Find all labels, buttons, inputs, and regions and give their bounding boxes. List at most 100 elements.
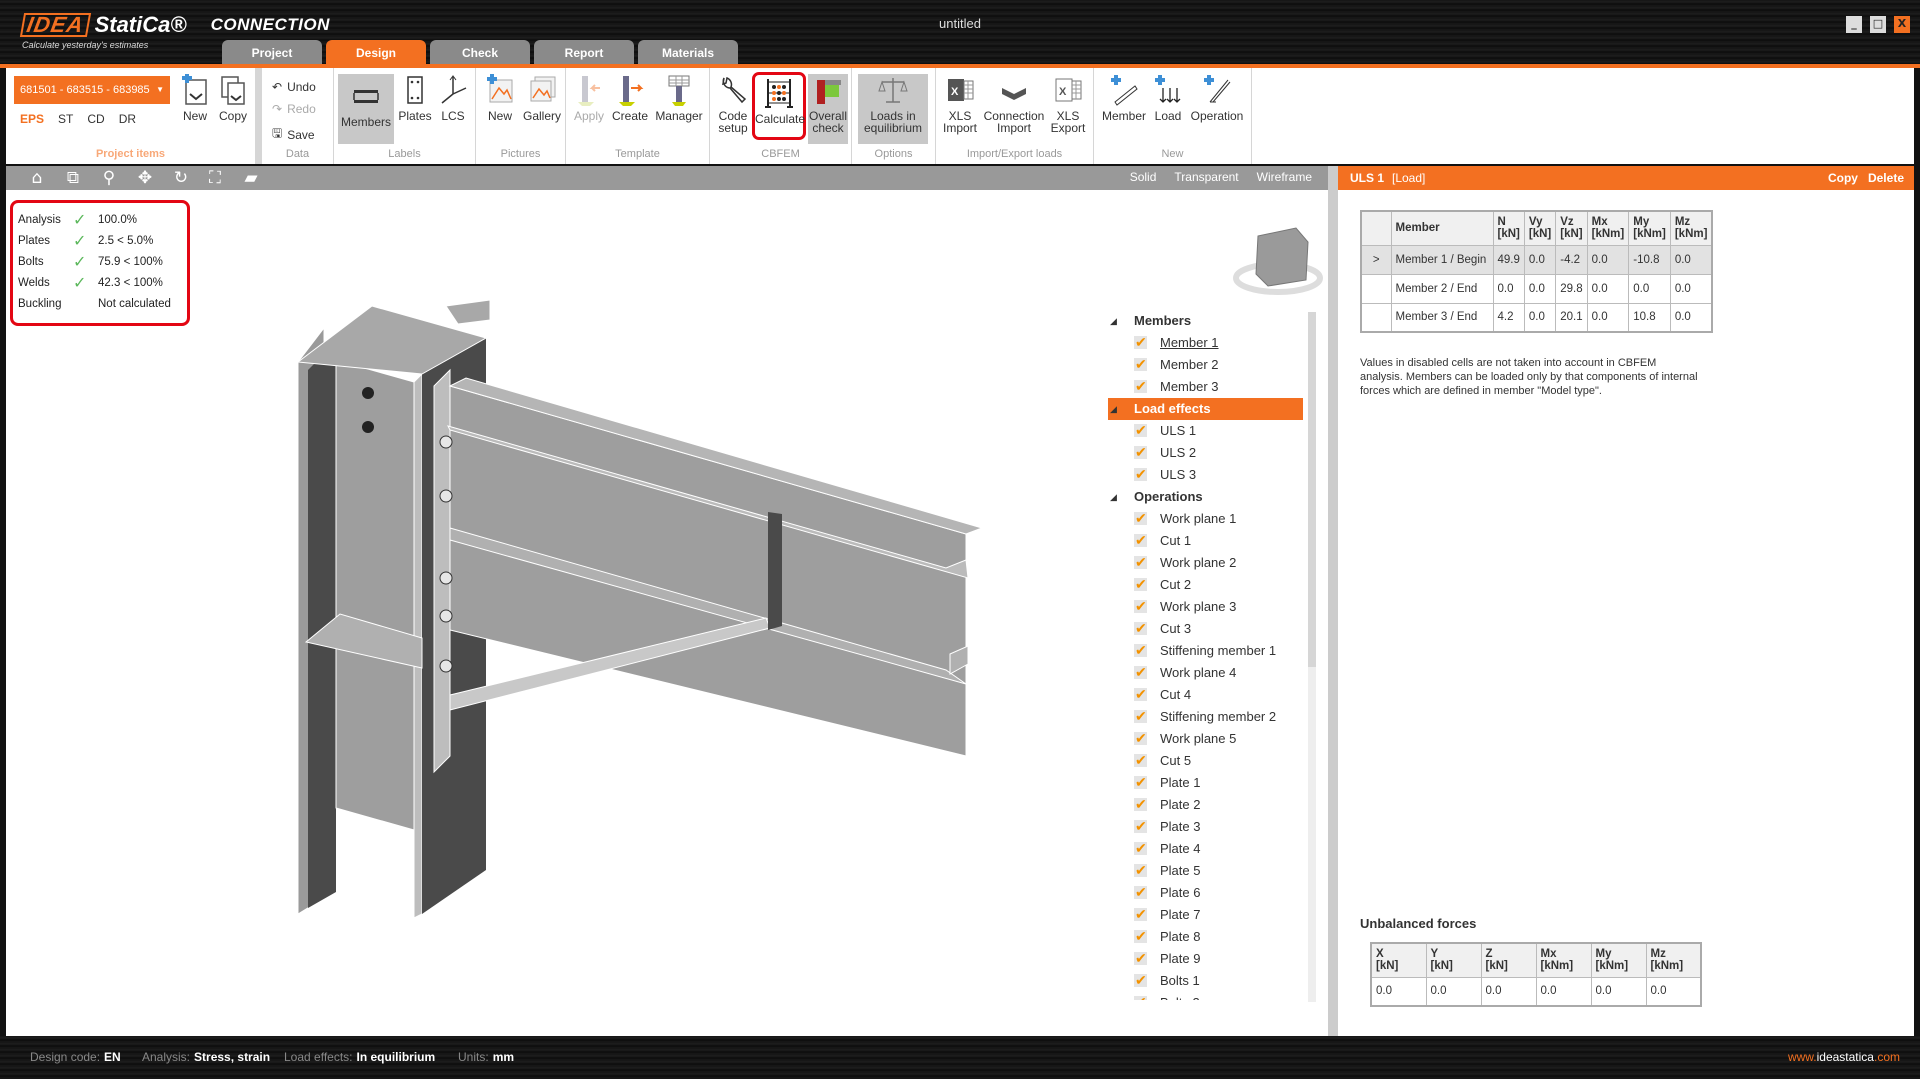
checkbox[interactable] — [1134, 881, 1147, 903]
tab-materials[interactable]: Materials — [638, 40, 738, 66]
section-icon[interactable]: ▰ — [240, 168, 262, 188]
tree-header-members[interactable]: ◢ Members — [1108, 310, 1303, 332]
checkbox[interactable] — [1134, 551, 1147, 573]
expand-row-icon[interactable]: > — [1360, 244, 1392, 275]
checkbox[interactable] — [1134, 771, 1147, 793]
checkbox[interactable] — [1134, 441, 1147, 463]
checkbox[interactable] — [1134, 573, 1147, 595]
tree-item-operation[interactable]: Work plane 5 — [1108, 727, 1303, 750]
project-item-combo[interactable]: 681501 - 683515 - 683985 ▼ — [14, 76, 170, 104]
checkbox[interactable] — [1134, 639, 1147, 661]
value-cell[interactable]: -10.8 — [1628, 244, 1671, 275]
tree-header-load-effects[interactable]: ◢ Load effects — [1108, 398, 1303, 420]
new-load-button[interactable]: Load — [1150, 74, 1186, 122]
tree-item-member[interactable]: Member 2 — [1108, 353, 1303, 376]
tree-item-operation[interactable]: Plate 1 — [1108, 771, 1303, 794]
new-member-button[interactable]: Member — [1100, 74, 1148, 122]
apply-template-button[interactable]: Apply — [570, 74, 608, 122]
zoom-window-icon[interactable]: ⧉ — [62, 168, 84, 188]
value-cell[interactable]: 49.9 — [1492, 244, 1525, 275]
value-cell[interactable]: 0.0 — [1523, 244, 1557, 275]
code-setup-button[interactable]: Code setup — [714, 74, 752, 134]
subtab-eps[interactable]: EPS — [20, 112, 44, 126]
value-cell[interactable]: 0.0 — [1492, 273, 1525, 304]
tree-item-member[interactable]: Member 3 — [1108, 375, 1303, 398]
tree-item-load-effect[interactable]: ULS 2 — [1108, 441, 1303, 464]
subtab-st[interactable]: ST — [58, 112, 73, 126]
tab-design[interactable]: Design — [326, 40, 426, 66]
plates-label-toggle[interactable]: Plates — [398, 74, 432, 122]
tree-item-operation[interactable]: Work plane 1 — [1108, 507, 1303, 530]
checkbox[interactable] — [1134, 617, 1147, 639]
view-mode-transparent[interactable]: Transparent — [1174, 170, 1238, 184]
new-item-button[interactable]: New — [178, 74, 212, 122]
checkbox[interactable] — [1134, 969, 1147, 991]
collapse-triangle-icon[interactable]: ◢ — [1110, 398, 1117, 420]
new-picture-button[interactable]: New — [482, 74, 518, 122]
tab-report[interactable]: Report — [534, 40, 634, 66]
xls-export-button[interactable]: X XLS Export — [1048, 74, 1088, 134]
tab-check[interactable]: Check — [430, 40, 530, 66]
row-expander[interactable] — [1360, 302, 1392, 333]
tab-project[interactable]: Project — [222, 40, 322, 66]
tree-item-operation[interactable]: Work plane 4 — [1108, 661, 1303, 684]
loads-in-equilibrium-toggle[interactable]: Loads in equilibrium — [858, 74, 928, 144]
checkbox[interactable] — [1134, 331, 1147, 353]
undo-button[interactable]: ↶ Undo — [272, 80, 316, 94]
maximize-button[interactable]: □ — [1870, 16, 1886, 33]
template-manager-button[interactable]: Manager — [654, 74, 704, 122]
close-button[interactable]: X — [1894, 16, 1910, 33]
tree-item-operation[interactable]: Bolts 2 — [1108, 991, 1303, 1000]
tree-item-load-effect[interactable]: ULS 3 — [1108, 463, 1303, 486]
value-cell[interactable]: 0.0 — [1669, 244, 1713, 275]
tree-item-operation[interactable]: Plate 4 — [1108, 837, 1303, 860]
value-cell[interactable]: 0.0 — [1523, 302, 1557, 333]
tree-item-member[interactable]: Member 1 — [1108, 331, 1303, 354]
zoom-icon[interactable]: ⚲ — [98, 168, 120, 188]
tree-header-operations[interactable]: ◢ Operations — [1108, 486, 1303, 508]
xls-import-button[interactable]: X XLS Import — [940, 74, 980, 134]
tree-item-operation[interactable]: Plate 6 — [1108, 881, 1303, 904]
create-template-button[interactable]: Create — [610, 74, 650, 122]
minimize-button[interactable]: _ — [1846, 16, 1862, 33]
tree-item-operation[interactable]: Plate 3 — [1108, 815, 1303, 838]
panel-splitter[interactable] — [1328, 166, 1338, 1036]
lcs-label-toggle[interactable]: LCS — [436, 74, 470, 122]
checkbox[interactable] — [1134, 661, 1147, 683]
checkbox[interactable] — [1134, 705, 1147, 727]
subtab-cd[interactable]: CD — [87, 112, 104, 126]
checkbox[interactable] — [1134, 793, 1147, 815]
checkbox[interactable] — [1134, 991, 1147, 1000]
checkbox[interactable] — [1134, 683, 1147, 705]
value-cell[interactable]: 0.0 — [1523, 273, 1557, 304]
value-cell[interactable]: 0.0 — [1586, 244, 1630, 275]
tree-item-operation[interactable]: Cut 2 — [1108, 573, 1303, 596]
copy-button[interactable]: Copy — [1828, 166, 1858, 190]
tree-item-operation[interactable]: Plate 9 — [1108, 947, 1303, 970]
tree-item-operation[interactable]: Work plane 3 — [1108, 595, 1303, 618]
checkbox[interactable] — [1134, 815, 1147, 837]
checkbox[interactable] — [1134, 507, 1147, 529]
checkbox[interactable] — [1134, 947, 1147, 969]
checkbox[interactable] — [1134, 375, 1147, 397]
checkbox[interactable] — [1134, 749, 1147, 771]
tree-item-operation[interactable]: Bolts 1 — [1108, 969, 1303, 992]
row-expander[interactable] — [1360, 273, 1392, 304]
tree-scrollbar[interactable] — [1308, 312, 1316, 1002]
tree-item-operation[interactable]: Cut 1 — [1108, 529, 1303, 552]
subtab-dr[interactable]: DR — [119, 112, 136, 126]
overall-check-button[interactable]: Overall check — [808, 74, 848, 144]
save-button[interactable]: 🖫 Save — [272, 124, 315, 145]
copy-item-button[interactable]: Copy — [216, 74, 250, 122]
value-cell[interactable]: 0.0 — [1586, 273, 1630, 304]
checkbox[interactable] — [1134, 419, 1147, 441]
checkbox[interactable] — [1134, 463, 1147, 485]
checkbox[interactable] — [1134, 595, 1147, 617]
collapse-triangle-icon[interactable]: ◢ — [1110, 310, 1117, 332]
checkbox[interactable] — [1134, 529, 1147, 551]
checkbox[interactable] — [1134, 859, 1147, 881]
view-mode-wireframe[interactable]: Wireframe — [1257, 170, 1312, 184]
view-mode-solid[interactable]: Solid — [1130, 170, 1157, 184]
tree-item-operation[interactable]: Plate 2 — [1108, 793, 1303, 816]
gallery-button[interactable]: Gallery — [522, 74, 562, 122]
